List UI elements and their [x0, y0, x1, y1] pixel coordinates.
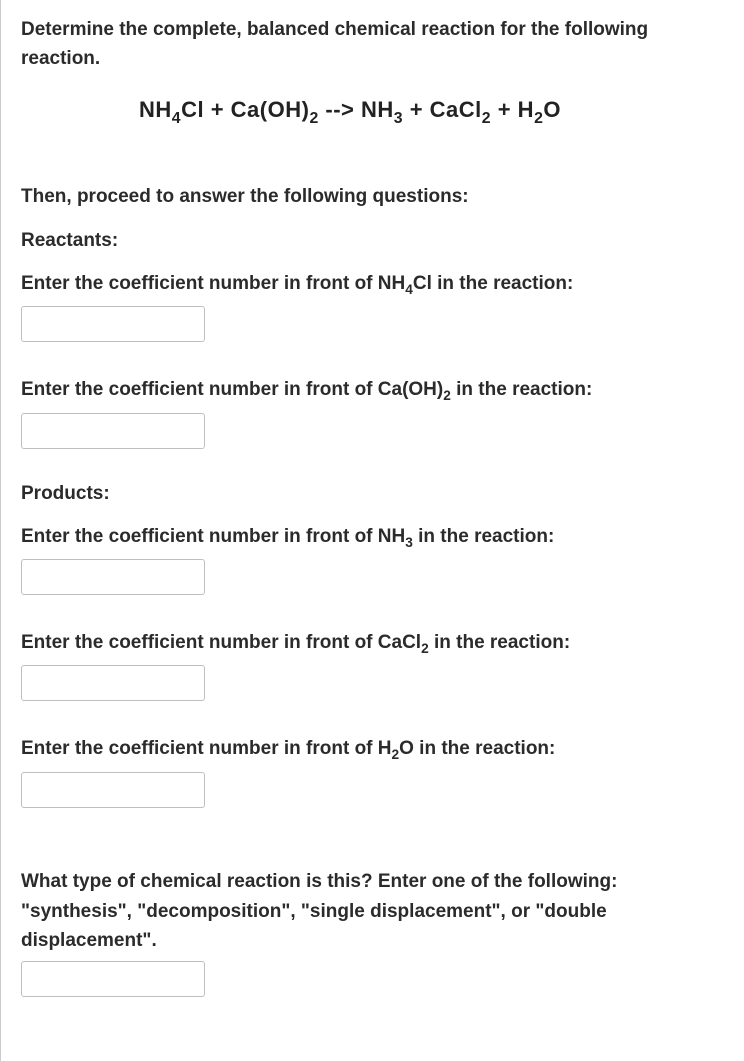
- eq-sub: 3: [394, 110, 403, 127]
- field-rxn-type: What type of chemical reaction is this? …: [21, 868, 724, 998]
- label-sub: 2: [443, 388, 451, 403]
- field-nh4cl: Enter the coefficient number in front of…: [21, 270, 724, 342]
- field-h2o: Enter the coefficient number in front of…: [21, 735, 724, 807]
- label-h2o: Enter the coefficient number in front of…: [21, 735, 724, 765]
- eq-part: Cl + Ca(OH): [181, 97, 309, 122]
- intro-text: Determine the complete, balanced chemica…: [21, 16, 724, 73]
- eq-sub: 2: [534, 110, 543, 127]
- chemical-equation: NH4Cl + Ca(OH)2 --> NH3 + CaCl2 + H2O: [21, 97, 724, 127]
- eq-part: --> NH: [319, 97, 394, 122]
- input-nh4cl[interactable]: [21, 306, 205, 342]
- label-nh4cl: Enter the coefficient number in front of…: [21, 270, 724, 300]
- eq-part: NH: [139, 97, 172, 122]
- label-rxn-type-line2: "synthesis", "decomposition", "single di…: [21, 898, 724, 955]
- label-part: in the reaction:: [451, 379, 592, 400]
- eq-sub: 4: [172, 110, 181, 127]
- eq-part: + CaCl: [403, 97, 482, 122]
- label-part: in the reaction:: [429, 632, 570, 653]
- label-part: Enter the coefficient number in front of…: [21, 379, 443, 400]
- field-caoh2: Enter the coefficient number in front of…: [21, 376, 724, 448]
- question-container: Determine the complete, balanced chemica…: [0, 0, 744, 1061]
- label-nh3: Enter the coefficient number in front of…: [21, 523, 724, 553]
- reactants-heading: Reactants:: [21, 230, 724, 252]
- eq-sub: 2: [309, 110, 318, 127]
- label-part: Enter the coefficient number in front of…: [21, 738, 392, 759]
- input-caoh2[interactable]: [21, 413, 205, 449]
- input-cacl2[interactable]: [21, 665, 205, 701]
- field-nh3: Enter the coefficient number in front of…: [21, 523, 724, 595]
- label-caoh2: Enter the coefficient number in front of…: [21, 376, 724, 406]
- label-sub: 2: [421, 641, 429, 656]
- eq-part: + H: [491, 97, 534, 122]
- label-sub: 3: [405, 534, 413, 549]
- input-h2o[interactable]: [21, 772, 205, 808]
- eq-part: O: [543, 97, 561, 122]
- label-sub: 4: [405, 282, 413, 297]
- label-part: Enter the coefficient number in front of…: [21, 632, 421, 653]
- label-part: O in the reaction:: [399, 738, 555, 759]
- label-part: in the reaction:: [413, 526, 554, 547]
- field-cacl2: Enter the coefficient number in front of…: [21, 629, 724, 701]
- label-part: Enter the coefficient number in front of…: [21, 526, 405, 547]
- label-cacl2: Enter the coefficient number in front of…: [21, 629, 724, 659]
- label-part: Enter the coefficient number in front of…: [21, 273, 405, 294]
- then-line: Then, proceed to answer the following qu…: [21, 183, 724, 212]
- label-part: Cl in the reaction:: [413, 273, 573, 294]
- label-rxn-type-line1: What type of chemical reaction is this? …: [21, 868, 724, 897]
- eq-sub: 2: [482, 110, 491, 127]
- label-sub: 2: [392, 747, 400, 762]
- input-rxn-type[interactable]: [21, 961, 205, 997]
- products-heading: Products:: [21, 483, 724, 505]
- input-nh3[interactable]: [21, 559, 205, 595]
